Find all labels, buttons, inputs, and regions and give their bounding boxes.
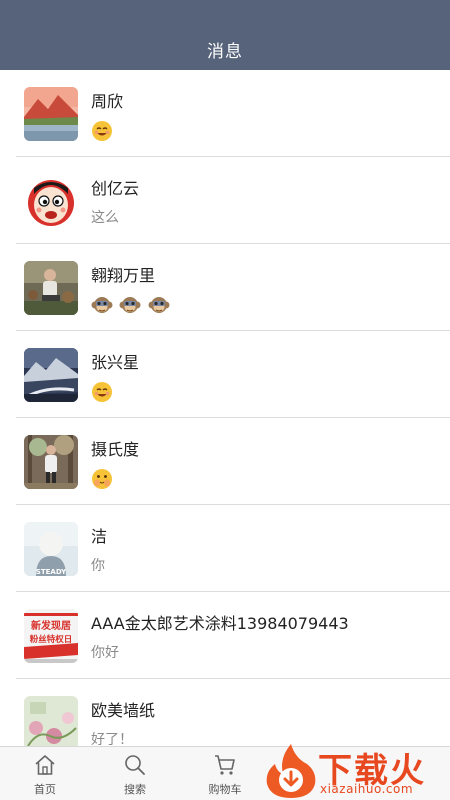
contact-name: 翱翔万里: [91, 266, 156, 285]
avatar: [24, 348, 78, 402]
conversation-item[interactable]: 摄氏度: [0, 418, 450, 505]
tab-home[interactable]: 首页: [15, 753, 75, 797]
grin-face-icon: [91, 381, 113, 403]
avatar: [24, 87, 78, 141]
conversation-item[interactable]: 创亿云 这么: [0, 157, 450, 244]
message-preview: 这么: [91, 210, 119, 226]
page-title: 消息: [207, 42, 243, 62]
avatar: [24, 261, 78, 315]
conversation-item[interactable]: 翱翔万里: [0, 244, 450, 331]
top-nav-bar: 消息: [0, 0, 450, 70]
watermark: 下载火 xiazaihuo.com: [262, 740, 450, 800]
message-preview: [91, 381, 115, 403]
contact-name: 周欣: [91, 92, 124, 111]
message-preview: [91, 120, 115, 142]
tab-label: 购物车: [208, 783, 242, 796]
message-preview: [91, 468, 115, 490]
contact-name: 摄氏度: [91, 440, 140, 459]
tab-label: 首页: [34, 783, 56, 796]
avatar: STEADY: [24, 522, 78, 576]
avatar-caption: STEADY: [36, 568, 67, 576]
conversation-item[interactable]: STEADY 洁 你: [0, 505, 450, 592]
contact-name: AAA金太郎艺术涂料13984079443: [91, 614, 349, 633]
avatar: [24, 174, 78, 228]
grin-face-icon: [91, 120, 113, 142]
message-preview: 好了！: [91, 732, 133, 746]
message-preview: 你: [91, 558, 105, 574]
avatar: [24, 435, 78, 489]
contact-name: 创亿云: [91, 179, 140, 198]
conversation-list: 周欣 创亿云 这么 翱翔万里 张兴星 摄氏度 STEADY 洁 你 新发现居 粉…: [0, 70, 450, 746]
hush-face-icon: [91, 468, 113, 490]
flame-logo-icon: [266, 744, 316, 798]
tab-search[interactable]: 搜索: [105, 753, 165, 797]
avatar: [24, 696, 78, 746]
tab-cart[interactable]: 购物车: [195, 753, 255, 797]
conversation-item[interactable]: 欧美墙纸 好了！: [0, 679, 450, 746]
message-preview: [91, 294, 172, 316]
watermark-url: xiazaihuo.com: [320, 782, 414, 796]
home-icon: [35, 755, 55, 775]
cart-icon: [215, 755, 235, 775]
search-icon: [125, 755, 145, 775]
conversation-item[interactable]: 新发现居 粉丝特权日 AAA金太郎艺术涂料13984079443 你好: [0, 592, 450, 679]
message-preview: 你好: [91, 645, 119, 661]
monkey-face-icon: [148, 294, 170, 316]
monkey-face-icon: [119, 294, 141, 316]
contact-name: 张兴星: [91, 353, 140, 372]
conversation-item[interactable]: 周欣: [0, 70, 450, 157]
monkey-face-icon: [91, 294, 113, 316]
promo-subline: 粉丝特权日: [30, 634, 73, 645]
tab-label: 搜索: [124, 783, 146, 796]
conversation-item[interactable]: 张兴星: [0, 331, 450, 418]
contact-name: 欧美墙纸: [91, 701, 156, 720]
avatar: 新发现居 粉丝特权日: [24, 609, 78, 663]
promo-headline: 新发现居: [31, 619, 71, 632]
contact-name: 洁: [91, 527, 108, 546]
